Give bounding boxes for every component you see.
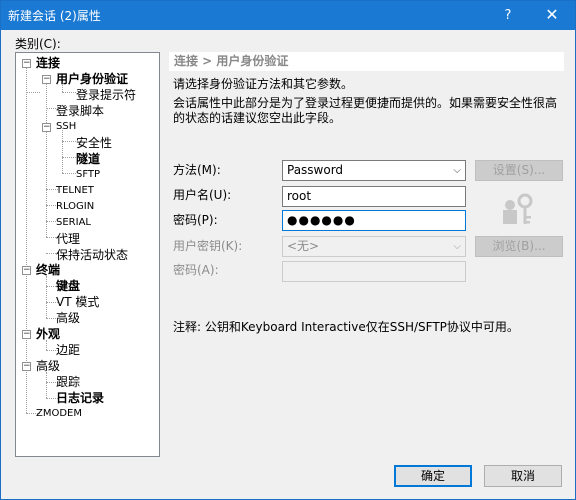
username-input[interactable]: root — [282, 186, 466, 207]
user-key-select[interactable]: <无> ⌵ — [282, 236, 466, 257]
tree-line — [62, 141, 76, 142]
collapse-toggle-icon[interactable]: − — [42, 123, 51, 132]
panel-header: 连接 > 用户身份验证 — [169, 52, 564, 71]
tree-line — [62, 157, 76, 158]
panel-description: 会话属性中此部分是为了登录过程更便捷而提供的。如果需要安全性很高 — [173, 96, 558, 110]
method-select[interactable]: Password ⌵ — [282, 160, 466, 181]
tree-line — [26, 92, 40, 93]
tree-item-keep-alive[interactable]: 保持活动状态 — [56, 247, 128, 263]
tree-item-tunnels[interactable]: 隧道 — [76, 151, 100, 167]
collapse-toggle-icon[interactable]: − — [22, 266, 31, 275]
user-key-select-value: <无> — [287, 239, 320, 253]
tree-item-appearance[interactable]: 外观 — [36, 326, 60, 342]
category-label: 类别(C): — [15, 37, 61, 51]
tree-line — [62, 92, 76, 93]
username-label: 用户名(U): — [173, 188, 232, 202]
tree-item-advanced[interactable]: 高级 — [36, 358, 60, 374]
window-title: 新建会话 (2)属性 — [8, 9, 101, 23]
properties-dialog: 新建会话 (2)属性 ? ✕ 类别(C): − − − − − − 连接 用户身… — [0, 0, 576, 500]
browse-button[interactable]: 浏览(B)... — [475, 236, 563, 257]
tree-item-keyboard[interactable]: 键盘 — [56, 278, 80, 294]
tree-item-user-auth[interactable]: 用户身份验证 — [56, 71, 128, 87]
passphrase-input[interactable] — [282, 261, 466, 282]
tree-item-vt-mode[interactable]: VT 模式 — [56, 294, 99, 310]
collapse-toggle-icon[interactable]: − — [22, 330, 31, 339]
tree-item-zmodem[interactable]: ZMODEM — [36, 406, 82, 422]
protocol-note: 注释: 公钥和Keyboard Interactive仅在SSH/SFTP协议中… — [173, 320, 519, 334]
panel-description: 请选择身份验证方法和其它参数。 — [173, 77, 354, 91]
ok-button[interactable]: 确定 — [394, 465, 472, 487]
chevron-down-icon: ⌵ — [453, 165, 461, 176]
passphrase-label: 密码(A): — [173, 263, 219, 277]
tree-item-telnet[interactable]: TELNET — [56, 183, 94, 199]
tree-item-security[interactable]: 安全性 — [76, 135, 112, 151]
tree-item-ssh[interactable]: SSH — [56, 119, 76, 135]
setup-button[interactable]: 设置(S)... — [475, 160, 563, 181]
collapse-toggle-icon[interactable]: − — [42, 75, 51, 84]
tree-line — [46, 276, 47, 318]
user-key-label: 用户密钥(K): — [173, 239, 243, 253]
close-icon[interactable]: ✕ — [537, 1, 567, 30]
tree-item-trace[interactable]: 跟踪 — [56, 374, 80, 390]
tree-item-terminal[interactable]: 终端 — [36, 262, 60, 278]
tree-item-terminal-advanced[interactable]: 高级 — [56, 310, 80, 326]
collapse-toggle-icon[interactable]: − — [22, 59, 31, 68]
tree-item-serial[interactable]: SERIAL — [56, 215, 91, 231]
tree-line — [46, 372, 47, 398]
tree-item-logging[interactable]: 日志记录 — [56, 390, 104, 406]
chevron-down-icon: ⌵ — [453, 241, 461, 252]
method-label: 方法(M): — [173, 163, 221, 177]
key-icon — [503, 193, 533, 224]
cancel-button[interactable]: 取消 — [484, 465, 562, 487]
tree-item-sftp[interactable]: SFTP — [76, 167, 100, 183]
tree-item-rlogin[interactable]: RLOGIN — [56, 199, 94, 215]
tree-item-login-prompts[interactable]: 登录提示符 — [76, 87, 136, 103]
password-label: 密码(P): — [173, 213, 218, 227]
method-select-value: Password — [287, 163, 344, 177]
help-icon[interactable]: ? — [497, 1, 519, 30]
tree-item-proxy[interactable]: 代理 — [56, 231, 80, 247]
panel-description: 的状态的话建议您空出此字段。 — [173, 111, 342, 125]
tree-item-connection[interactable]: 连接 — [36, 55, 60, 71]
tree-line — [62, 173, 76, 174]
category-tree[interactable]: − − − − − − 连接 用户身份验证 登录提示符 登录脚本 SSH 安全性… — [15, 52, 160, 457]
collapse-toggle-icon[interactable]: − — [22, 362, 31, 371]
title-bar[interactable]: 新建会话 (2)属性 ? ✕ — [1, 1, 575, 30]
tree-item-margins[interactable]: 边距 — [56, 342, 80, 358]
tree-line — [46, 80, 47, 237]
tree-item-login-script[interactable]: 登录脚本 — [56, 103, 104, 119]
password-input[interactable]: ●●●●●● — [282, 210, 466, 231]
